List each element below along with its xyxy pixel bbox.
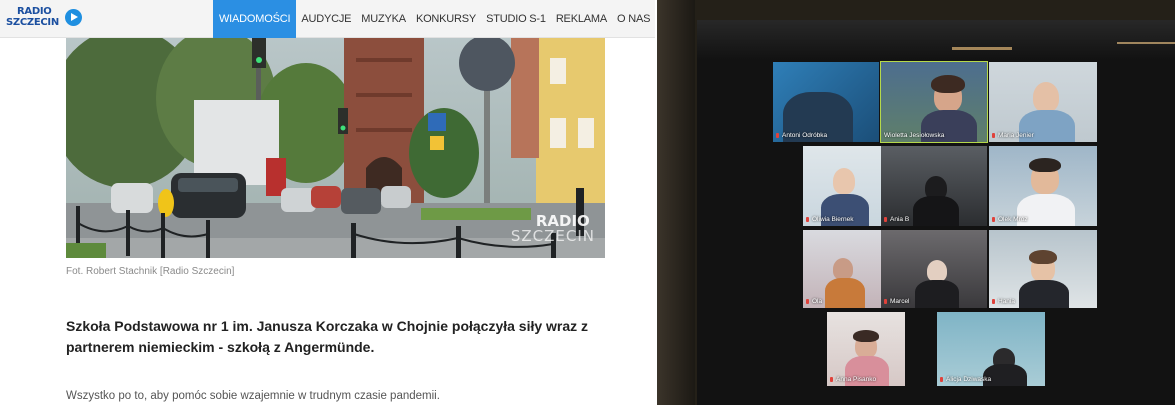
muted-mic-icon xyxy=(806,299,809,304)
muted-mic-icon xyxy=(992,299,995,304)
site-header: RADIO SZCZECIN WIADOMOŚCI AUDYCJE MUZYKA… xyxy=(0,0,655,38)
muted-mic-icon xyxy=(776,133,779,138)
radio-szczecin-logo[interactable]: RADIO SZCZECIN xyxy=(6,6,59,34)
nav-item-o-nas[interactable]: O NAS xyxy=(612,0,655,38)
participant-tile[interactable]: Ania B xyxy=(881,146,987,226)
watermark-line-2: SZCZECIN xyxy=(510,227,595,245)
video-call-screen: Antoni Odróbka Wioletta Jesiołowska Mari… xyxy=(697,20,1175,405)
participant-name: Marcel xyxy=(890,298,910,305)
muted-mic-icon xyxy=(806,217,809,222)
participant-name: Wioletta Jesiołowska xyxy=(884,132,945,139)
participant-tile-active[interactable]: Wioletta Jesiołowska xyxy=(880,61,988,143)
news-website: RADIO SZCZECIN WIADOMOŚCI AUDYCJE MUZYKA… xyxy=(0,0,655,405)
nav-item-konkursy[interactable]: KONKURSY xyxy=(411,0,481,38)
participant-tile[interactable]: Oliwia Biernek xyxy=(803,146,889,226)
nav-item-reklama[interactable]: REKLAMA xyxy=(551,0,612,38)
photo-caption: Fot. Robert Stachnik [Radio Szczecin] xyxy=(66,266,235,277)
play-icon[interactable] xyxy=(65,9,82,26)
participant-name: Alicja Dziwaska xyxy=(946,376,992,383)
participant-name: Olek Mróz xyxy=(998,216,1028,223)
participant-tile[interactable]: Marcel xyxy=(881,230,987,308)
nav-item-muzyka[interactable]: MUZYKA xyxy=(356,0,411,38)
article-photo: RADIO SZCZECIN xyxy=(66,38,605,258)
participant-name: Ania B xyxy=(890,216,910,223)
monitor-bezel xyxy=(657,0,695,405)
participant-name: Antoni Odróbka xyxy=(782,132,828,139)
muted-mic-icon xyxy=(992,217,995,222)
nav-item-studio-s1[interactable]: STUDIO S-1 xyxy=(481,0,551,38)
muted-mic-icon xyxy=(992,133,995,138)
participant-name: Anna Pisanko xyxy=(836,376,877,383)
participant-name: Ola xyxy=(812,298,823,305)
monitor-photo: Antoni Odróbka Wioletta Jesiołowska Mari… xyxy=(657,0,1175,405)
article-lead: Szkoła Podstawowa nr 1 im. Janusza Korcz… xyxy=(66,318,589,355)
participant-name: Oliwia Biernek xyxy=(812,216,854,223)
participant-name: Hania xyxy=(998,298,1015,305)
nav-item-audycje[interactable]: AUDYCJE xyxy=(296,0,356,38)
logo-line-1: RADIO xyxy=(17,6,52,17)
main-nav: WIADOMOŚCI AUDYCJE MUZYKA KONKURSY STUDI… xyxy=(213,0,655,38)
participant-tile[interactable]: Maria Jenier xyxy=(989,62,1097,142)
muted-mic-icon xyxy=(884,217,887,222)
participant-tile[interactable]: Alicja Dziwaska xyxy=(937,312,1045,386)
muted-mic-icon xyxy=(884,299,887,304)
participant-tile[interactable]: Olek Mróz xyxy=(989,146,1097,226)
participant-tile[interactable]: Anna Pisanko xyxy=(827,312,905,386)
muted-mic-icon xyxy=(940,377,943,382)
article-body: Wszystko po to, aby pomóc sobie wzajemni… xyxy=(66,390,440,402)
participant-name: Maria Jenier xyxy=(998,132,1034,139)
photo-watermark: RADIO SZCZECIN xyxy=(511,214,595,244)
participant-tile[interactable]: Hania xyxy=(989,230,1097,308)
participant-tile[interactable]: Antoni Odróbka xyxy=(773,62,879,142)
muted-mic-icon xyxy=(830,377,833,382)
nav-item-wiadomosci[interactable]: WIADOMOŚCI xyxy=(213,0,297,38)
logo-line-2: SZCZECIN xyxy=(6,17,59,28)
participant-tile[interactable]: Ola xyxy=(803,230,889,308)
